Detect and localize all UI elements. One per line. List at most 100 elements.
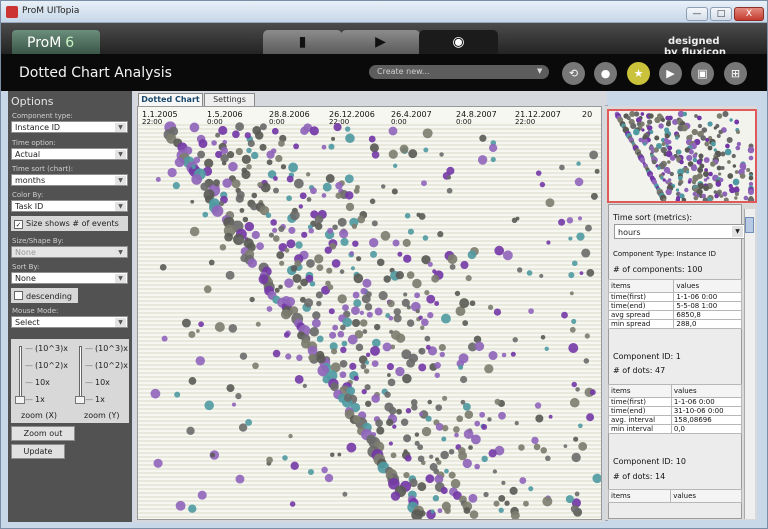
workspace-icon: ▮ [298, 34, 307, 50]
copy-icon[interactable]: ▣ [691, 62, 714, 85]
event-dot [519, 477, 527, 485]
event-dot [469, 510, 479, 519]
event-dot [539, 273, 544, 279]
time-sort-metrics-select[interactable]: hours ▼ [614, 224, 745, 239]
overview-dot [654, 135, 660, 141]
event-dot [414, 432, 420, 437]
event-dot [349, 251, 354, 256]
workspace-tab[interactable]: ▮ [263, 30, 342, 54]
event-dot [369, 198, 376, 205]
color-by-label: Color By: [12, 191, 44, 199]
event-dot [353, 299, 362, 308]
event-dot [388, 474, 394, 479]
overview-dot [661, 118, 665, 122]
overview-dot [691, 179, 697, 185]
event-dot [190, 199, 195, 204]
tab-settings[interactable]: Settings [204, 93, 255, 107]
event-dot [213, 179, 220, 187]
star-icon[interactable]: ★ [627, 62, 650, 85]
event-dot [316, 335, 324, 343]
time-option-select[interactable]: Actual ▼ [11, 148, 128, 160]
event-dot [300, 278, 308, 287]
overview-dot [646, 125, 653, 131]
table-cell: time(first) [608, 397, 672, 407]
event-dot [526, 270, 533, 276]
event-dot [403, 254, 412, 263]
overview-dot [679, 159, 684, 165]
event-dot [286, 195, 292, 202]
event-dot [501, 352, 507, 358]
overview-dot [688, 149, 694, 155]
event-dot [289, 501, 296, 507]
event-dot [584, 333, 590, 339]
update-button[interactable]: Update [11, 444, 65, 459]
event-dot [335, 192, 342, 199]
event-dot [561, 311, 568, 319]
event-dot [273, 235, 280, 242]
tab-dotted-chart[interactable]: Dotted Chart [138, 93, 203, 107]
event-dot [315, 291, 323, 299]
close-button[interactable]: X [734, 7, 764, 21]
play-icon[interactable]: ▶ [659, 62, 682, 85]
create-new-dropdown[interactable]: Create new... [369, 65, 549, 79]
event-dot [383, 275, 391, 283]
minimize-button[interactable]: — [686, 7, 708, 21]
event-dot [335, 181, 343, 190]
event-dot [340, 324, 346, 331]
chart-overview[interactable] [607, 109, 757, 203]
event-dot [361, 294, 371, 304]
event-dot [373, 323, 381, 331]
event-dot [316, 354, 326, 364]
event-dot [298, 204, 304, 209]
table-row: time(first) 1-1-06 0:00 [607, 292, 742, 302]
event-dot [559, 164, 565, 171]
overview-dot [747, 188, 755, 196]
sync-icon[interactable]: ⟲ [562, 62, 585, 85]
event-dot [278, 225, 285, 233]
play-icon: ▶ [375, 34, 386, 50]
overview-dot [734, 170, 739, 174]
event-dot [396, 408, 402, 415]
event-dot [366, 311, 373, 318]
dotted-chart[interactable]: 1.1.2005 22:00 1.5.2006 0:00 28.8.2006 0:00 26… [137, 106, 602, 520]
sort-by-select[interactable]: None ▼ [11, 272, 128, 284]
event-dot [388, 126, 398, 136]
event-dot [204, 400, 214, 411]
grid-icon[interactable]: ⊞ [724, 62, 747, 85]
event-dot [464, 410, 474, 419]
zoom-y-thumb[interactable] [75, 396, 85, 404]
event-dot [563, 444, 568, 448]
metrics-scroll-thumb[interactable] [745, 217, 754, 233]
mouse-mode-select[interactable]: Select ▼ [11, 316, 128, 328]
size-shows-events-checkbox[interactable]: ✓ Size shows # of events [11, 216, 128, 231]
overview-dot [739, 173, 746, 179]
event-dot [590, 192, 598, 200]
event-dot [578, 441, 588, 451]
zoom-x-thumb[interactable] [15, 396, 25, 404]
event-dot [573, 436, 579, 442]
event-dot [539, 181, 546, 188]
event-dot [360, 287, 368, 295]
time-sort-chart-select[interactable]: months ▼ [11, 174, 128, 186]
color-by-select[interactable]: Task ID ▼ [11, 200, 128, 212]
event-dot [337, 330, 345, 338]
size-shape-by-select[interactable]: None ▼ [11, 246, 128, 258]
event-dot [150, 388, 161, 399]
component-type-select[interactable]: Instance ID ▼ [11, 121, 128, 133]
maximize-button[interactable]: □ [710, 7, 732, 21]
actions-tab[interactable]: ▶ [341, 30, 420, 54]
event-dot [368, 237, 379, 248]
event-dot [569, 291, 574, 296]
event-dot [395, 366, 405, 377]
event-dot [251, 151, 259, 160]
event-dot [219, 244, 227, 251]
descending-checkbox[interactable]: descending [11, 288, 78, 303]
views-tab[interactable]: ◉ [419, 30, 498, 54]
event-dot [415, 308, 420, 314]
event-dot [589, 150, 599, 160]
zoom-y-tick: 1x [85, 395, 105, 404]
metrics-scrollbar[interactable] [744, 209, 755, 519]
zoom-out-button[interactable]: Zoom out [11, 426, 75, 441]
drop-icon[interactable]: ● [594, 62, 617, 85]
overview-dot [727, 160, 731, 164]
